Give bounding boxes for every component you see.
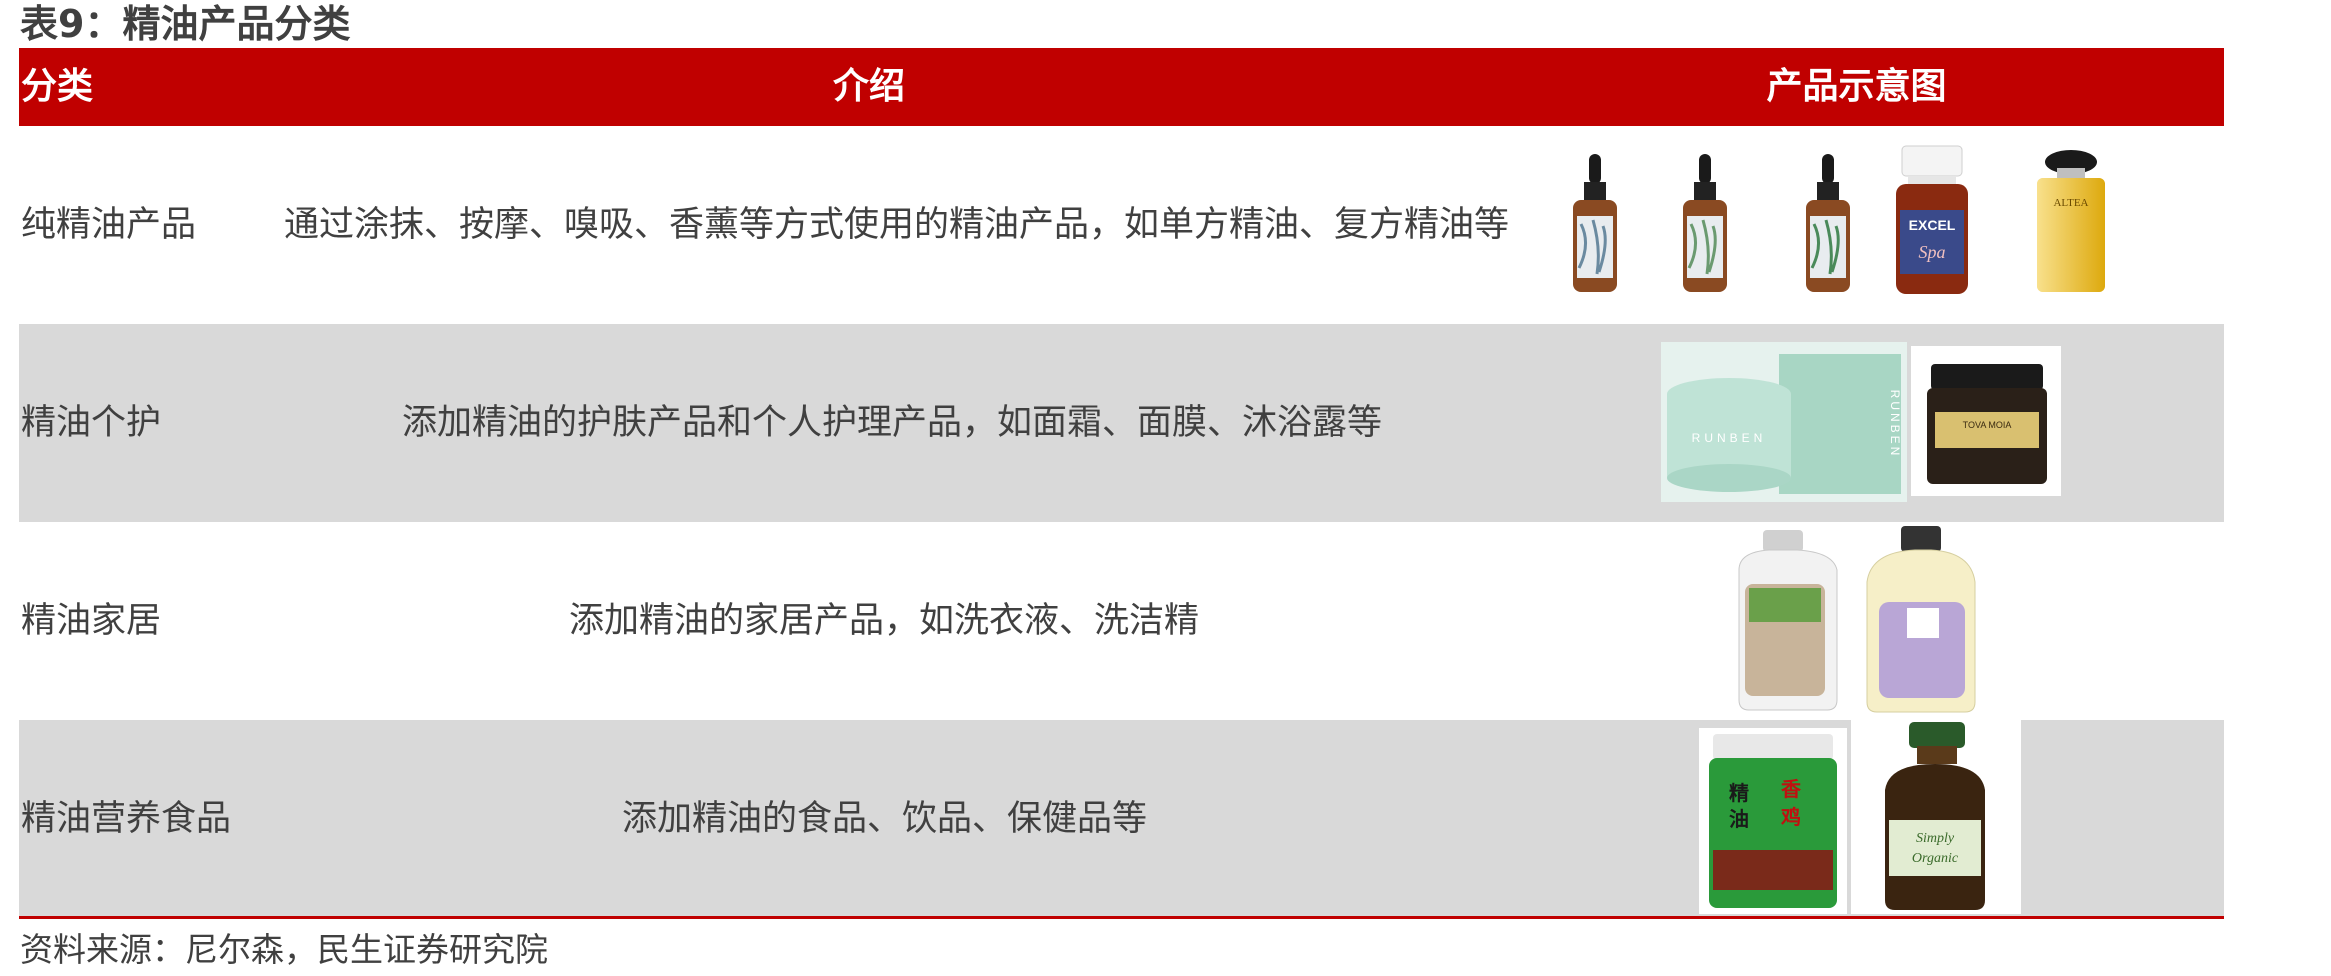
- dropper-bottle-icon: [1806, 154, 1850, 292]
- row-intro: 添加精油的护肤产品和个人护理产品，如面霜、面膜、沐浴露等: [402, 403, 1383, 443]
- dark-cream-jar-icon: TOVA MOIA: [1911, 346, 2061, 496]
- skincare-product-image: RUNBEN RUNBEN TOVA MOIA: [1661, 342, 2061, 502]
- svg-text:TOVA MOIA: TOVA MOIA: [1963, 420, 2012, 430]
- simply-organic-bottle-icon: Simply Organic: [1851, 720, 2021, 914]
- row-intro: 通过涂抹、按摩、嗅吸、香薰等方式使用的精油产品，如单方精油、复方精油等: [284, 205, 1510, 245]
- svg-text:ALTEA: ALTEA: [2053, 197, 2088, 209]
- row-category: 精油营养食品: [21, 799, 232, 839]
- food-product-image: 精 油 香 鸡 Simply Organic: [1699, 720, 2021, 914]
- runben-cream-box-icon: RUNBEN RUNBEN: [1661, 342, 1907, 502]
- product-images: [1719, 522, 1999, 720]
- svg-text:Spa: Spa: [1919, 242, 1946, 262]
- table-row: 精油营养食品 添加精油的食品、饮品、保健品等 精 油 香 鸡 Simply Or…: [19, 720, 2224, 918]
- svg-text:香: 香: [1781, 777, 1802, 801]
- laundry-bottle-lavender-icon: [1866, 526, 1976, 713]
- row-intro: 添加精油的食品、饮品、保健品等: [622, 799, 1148, 839]
- row-category: 精油家居: [21, 601, 162, 641]
- header-intro: 介绍: [832, 66, 905, 107]
- product-images: 精 油 香 鸡 Simply Organic: [1699, 720, 2039, 918]
- dropper-bottle-icon: [1573, 154, 1617, 292]
- svg-text:油: 油: [1729, 807, 1749, 831]
- svg-text:鸡: 鸡: [1780, 805, 1801, 829]
- row-category: 精油个护: [21, 403, 162, 443]
- table-row: 纯精油产品 通过涂抹、按摩、嗅吸、香薰等方式使用的精油产品，如单方精油、复方精油…: [19, 126, 2224, 324]
- svg-text:EXCEL: EXCEL: [1909, 217, 1956, 233]
- pure-oil-product-image: EXCEL Spa ALTEA: [1573, 145, 2105, 294]
- product-images: EXCEL Spa ALTEA: [1559, 126, 2199, 324]
- header-image: 产品示意图: [1766, 66, 1947, 107]
- svg-text:RUNBEN: RUNBEN: [1692, 431, 1767, 445]
- laundry-bottle-green-icon: [1738, 530, 1838, 711]
- household-product-image: [1738, 526, 1976, 713]
- table-row: 精油个护 添加精油的护肤产品和个人护理产品，如面霜、面膜、沐浴露等 RUNBEN…: [19, 324, 2224, 522]
- svg-text:RUNBEN: RUNBEN: [1888, 390, 1902, 459]
- svg-text:Simply: Simply: [1916, 831, 1955, 846]
- excel-spa-bottle-icon: EXCEL Spa: [1896, 145, 1968, 294]
- svg-text:精: 精: [1729, 781, 1749, 805]
- dropper-bottle-icon: [1683, 154, 1727, 292]
- svg-text:Organic: Organic: [1912, 851, 1959, 866]
- table-row: 精油家居 添加精油的家居产品，如洗衣液、洗洁精: [19, 522, 2224, 720]
- table-bottom-rule: [19, 916, 2224, 919]
- row-category: 纯精油产品: [21, 205, 197, 245]
- product-images: RUNBEN RUNBEN TOVA MOIA: [1659, 324, 2079, 522]
- row-intro: 添加精油的家居产品，如洗衣液、洗洁精: [569, 601, 1200, 641]
- source-note: 资料来源：尼尔森，民生证券研究院: [20, 930, 548, 969]
- yellow-oil-bottle-icon: ALTEA: [2037, 150, 2105, 292]
- chicken-essence-jar-icon: 精 油 香 鸡: [1699, 728, 1847, 914]
- table-header: 分类 介绍 产品示意图: [19, 48, 2224, 126]
- product-category-table: 分类 介绍 产品示意图 纯精油产品 通过涂抹、按摩、嗅吸、香薰等方式使用的精油产…: [19, 48, 2224, 918]
- table-title: 表9：精油产品分类: [20, 2, 351, 46]
